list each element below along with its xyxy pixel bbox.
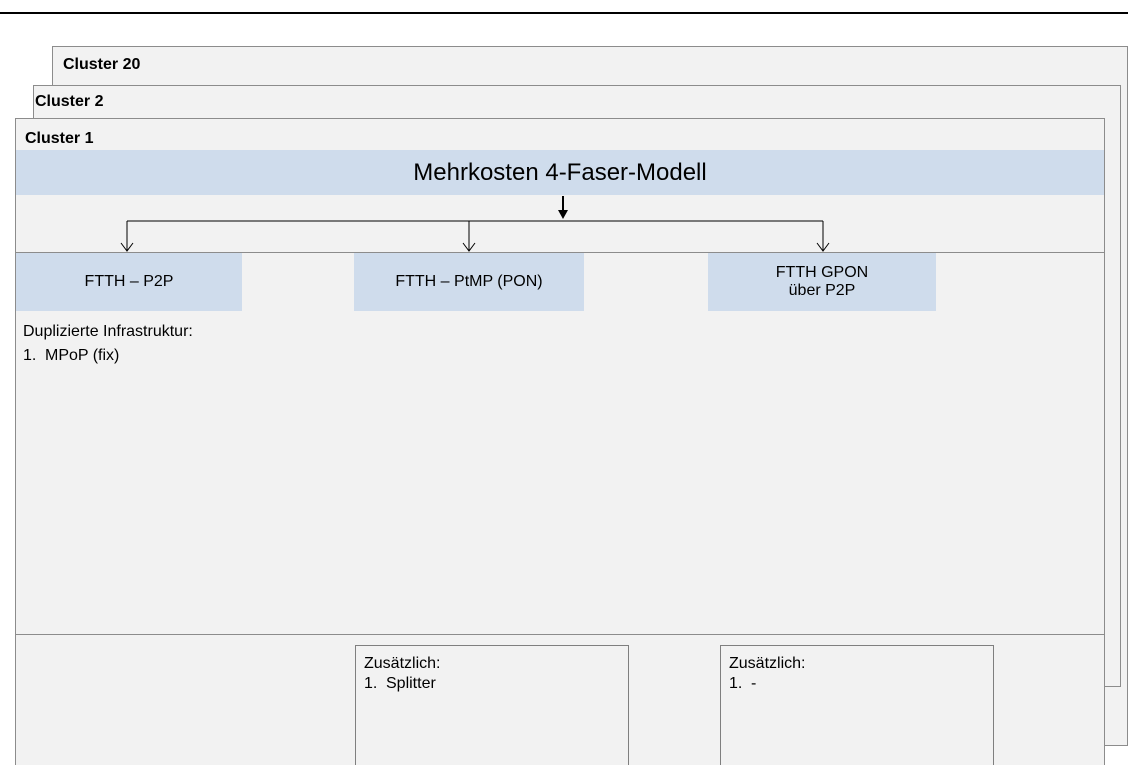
additional-gpon-box: Zusätzlich: 1. -: [720, 645, 994, 765]
list-number: 1.: [23, 347, 37, 364]
list-number: 1.: [364, 675, 378, 692]
cost-model-banner: Mehrkosten 4-Faser-Modell: [16, 150, 1104, 195]
top-rule: [0, 12, 1128, 14]
option-ftth-p2p: FTTH – P2P: [16, 253, 242, 311]
list-number: 1.: [729, 675, 743, 692]
additional-ptmp-box: Zusätzlich: 1. Splitter: [355, 645, 629, 765]
list-text: MPoP (fix): [45, 347, 120, 364]
additional-item: 1. Splitter: [364, 674, 628, 694]
section-divider-bottom: [16, 634, 1104, 635]
option-ftth-ptmp: FTTH – PtMP (PON): [354, 253, 584, 311]
diagram-page: Cluster 20 Cluster 2 Cluster 1 Mehrkoste…: [0, 0, 1128, 765]
list-text: Splitter: [386, 675, 436, 692]
option-ftth-gpon-over-p2p: FTTH GPON über P2P: [708, 253, 936, 311]
cluster-1-label: Cluster 1: [25, 130, 94, 147]
additional-heading: Zusätzlich:: [364, 655, 441, 672]
p2p-notes-item: 1. MPoP (fix): [23, 344, 193, 368]
additional-item: 1. -: [729, 674, 993, 694]
cluster-2-label: Cluster 2: [35, 93, 104, 110]
p2p-infrastructure-notes: Duplizierte Infrastruktur: 1. MPoP (fix): [23, 320, 193, 368]
cluster-20-label: Cluster 20: [63, 56, 141, 73]
list-text: -: [751, 675, 757, 692]
additional-heading: Zusätzlich:: [729, 655, 806, 672]
p2p-notes-heading: Duplizierte Infrastruktur:: [23, 323, 193, 340]
